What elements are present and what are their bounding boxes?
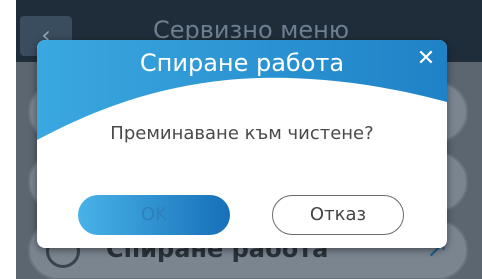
confirm-dialog: Спиране работа ✕ Преминаване към чистене… <box>37 40 447 248</box>
close-button[interactable]: ✕ <box>413 46 439 72</box>
ok-button[interactable]: OK <box>78 195 230 235</box>
cancel-button[interactable]: Отказ <box>272 195 404 235</box>
close-icon: ✕ <box>416 46 436 71</box>
dialog-message: Преминаване към чистене? <box>110 123 374 144</box>
dialog-title: Спиране работа <box>139 49 345 77</box>
